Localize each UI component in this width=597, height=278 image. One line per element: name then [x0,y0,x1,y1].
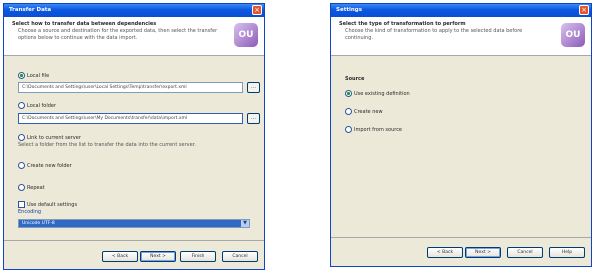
chevron-down-icon: ▼ [241,220,249,227]
option-repeat[interactable]: Repeat [18,184,45,191]
option-create-new[interactable]: Create new [345,108,383,115]
banner-description: Choose a source and destination for the … [18,28,218,41]
dialog-banner: Select how to transfer data between depe… [4,17,264,56]
browse-button[interactable]: … [247,82,260,93]
option-label: Create new folder [27,163,72,169]
radio-icon [18,184,25,191]
wizard-logo: OU [234,23,258,47]
option-label: Local folder [27,103,57,109]
option-label: Link to current server [27,135,81,141]
help-button[interactable]: Help [549,247,585,258]
encoding-value: Unicode UTF-8 [22,221,55,226]
radio-icon [18,134,25,141]
radio-icon [345,108,352,115]
dialog-title: Transfer Data [4,4,264,17]
checkbox-icon [18,201,25,208]
back-button[interactable]: < Back [102,251,138,262]
local-file-path-input[interactable]: C:\Documents and Settings\user\Local Set… [18,82,243,93]
settings-dialog: Settings × Select the type of transforma… [330,3,592,267]
banner-title: Select how to transfer data between depe… [12,21,157,27]
dialog-footer: < Back Next > Finish Cancel [4,240,264,269]
cancel-button[interactable]: Cancel [222,251,258,262]
dialog-title: Settings [331,4,591,17]
close-button[interactable]: × [252,5,262,15]
option-label: Use existing definition [354,91,410,97]
banner-title: Select the type of transformation to per… [339,21,466,27]
option-link-server[interactable]: Link to current server [18,134,81,141]
radio-icon [345,126,352,133]
option-local-file[interactable]: Local file [18,72,49,79]
encoding-dropdown[interactable]: Unicode UTF-8 ▼ [18,219,250,228]
radio-icon [18,162,25,169]
transfer-dialog: Transfer Data × Select how to transfer d… [3,3,265,270]
radio-icon [345,90,352,97]
local-folder-path-input[interactable]: C:\Documents and Settings\user\My Docume… [18,113,243,124]
option-local-folder[interactable]: Local folder [18,102,56,109]
cancel-button[interactable]: Cancel [507,247,543,258]
wizard-logo: OU [561,23,585,47]
radio-icon [18,102,25,109]
checkbox-label: Use default settings [27,202,78,208]
radio-icon [18,72,25,79]
option-label: Import from source [354,127,403,133]
option-import-source[interactable]: Import from source [345,126,402,133]
option-existing-definition[interactable]: Use existing definition [345,90,410,97]
finish-button[interactable]: Finish [180,251,216,262]
source-group-label: Source [345,76,365,82]
close-button[interactable]: × [579,5,589,15]
back-button[interactable]: < Back [427,247,463,258]
dialog-banner: Select the type of transformation to per… [331,17,591,56]
option-label: Repeat [27,185,45,191]
default-settings-checkbox[interactable]: Use default settings [18,201,77,208]
next-button[interactable]: Next > [140,251,176,262]
link-description: Select a folder from the list to transfe… [18,142,196,148]
option-new-folder[interactable]: Create new folder [18,162,72,169]
next-button[interactable]: Next > [465,247,501,258]
encoding-label: Encoding [18,209,42,215]
browse-button-2[interactable]: … [247,113,260,124]
dialog-footer: < Back Next > Cancel Help [331,237,591,266]
option-label: Local file [27,73,50,79]
banner-description: Choose the kind of transformation to app… [345,28,523,41]
option-label: Create new [354,109,383,115]
